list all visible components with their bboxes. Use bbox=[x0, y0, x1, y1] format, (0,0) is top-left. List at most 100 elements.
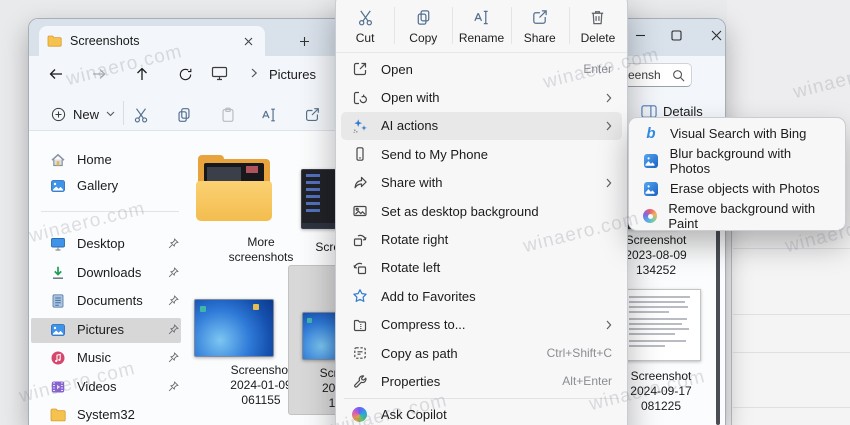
paint-icon bbox=[642, 207, 658, 225]
share-button[interactable]: Share bbox=[510, 1, 569, 52]
open-with-icon bbox=[351, 89, 368, 106]
new-button[interactable]: New bbox=[41, 100, 125, 128]
minimize-button[interactable] bbox=[627, 25, 653, 45]
pin-icon bbox=[168, 352, 179, 363]
downloads-icon bbox=[49, 264, 67, 282]
breadcrumb-pictures[interactable]: Pictures bbox=[269, 67, 316, 82]
background-row-divider bbox=[733, 248, 850, 249]
pictures-icon bbox=[49, 321, 67, 339]
sidebar-item-label: Downloads bbox=[77, 265, 142, 280]
rename-button[interactable]: Rename bbox=[452, 1, 510, 52]
sidebar-item-documents[interactable]: Documents bbox=[37, 288, 187, 313]
wallpaper-icon bbox=[351, 203, 368, 220]
submenu-chevron-icon bbox=[606, 178, 612, 188]
sidebar-item-downloads[interactable]: Downloads bbox=[37, 260, 187, 285]
context-menu-items: Open Enter Open with AI actions Send to … bbox=[336, 53, 627, 425]
pin-icon bbox=[168, 238, 179, 249]
background-row-divider bbox=[733, 314, 850, 315]
folder-icon bbox=[49, 406, 67, 424]
copilot-icon bbox=[351, 406, 368, 423]
menu-item-rotate-left[interactable]: Rotate left bbox=[341, 254, 622, 282]
desktop-icon bbox=[49, 235, 67, 253]
rotate-right-icon bbox=[351, 231, 368, 248]
new-button-label: New bbox=[73, 106, 100, 122]
sidebar-item-videos[interactable]: Videos bbox=[37, 374, 187, 399]
copy-button[interactable]: Copy bbox=[394, 1, 452, 52]
ai-actions-submenu: b Visual Search with Bing Blur backgroun… bbox=[628, 117, 846, 231]
sidebar-item-label: System32 bbox=[77, 407, 135, 422]
menu-item-add-to-favorites[interactable]: Add to Favorites bbox=[341, 282, 622, 310]
maximize-button[interactable] bbox=[663, 25, 689, 45]
tab-title: Screenshots bbox=[70, 34, 140, 48]
search-icon bbox=[672, 69, 685, 82]
sidebar-item-music[interactable]: Music bbox=[37, 345, 187, 370]
gallery-icon bbox=[49, 177, 67, 195]
sidebar-item-pictures[interactable]: Pictures bbox=[37, 317, 187, 342]
open-icon bbox=[351, 61, 368, 78]
submenu-item-erase-objects-photos[interactable]: Erase objects with Photos bbox=[634, 175, 840, 203]
up-icon[interactable] bbox=[129, 61, 155, 87]
submenu-item-visual-search-bing[interactable]: b Visual Search with Bing bbox=[634, 120, 840, 148]
menu-item-open[interactable]: Open Enter bbox=[341, 55, 622, 83]
pin-icon bbox=[168, 381, 179, 392]
menu-item-share-with[interactable]: Share with bbox=[341, 169, 622, 197]
sidebar-item-desktop[interactable]: Desktop bbox=[37, 231, 187, 256]
pin-icon bbox=[168, 295, 179, 306]
menu-item-send-to-my-phone[interactable]: Send to My Phone bbox=[341, 140, 622, 168]
toolbar-rename-icon[interactable] bbox=[256, 102, 282, 128]
photos-icon bbox=[642, 152, 660, 170]
phone-icon bbox=[351, 146, 368, 163]
refresh-icon[interactable] bbox=[172, 61, 198, 87]
new-tab-button[interactable] bbox=[293, 30, 315, 52]
close-button[interactable] bbox=[703, 25, 729, 45]
toolbar-paste-icon[interactable] bbox=[215, 102, 241, 128]
rename-icon bbox=[474, 10, 488, 25]
share-with-icon bbox=[351, 174, 368, 191]
menu-item-rotate-right[interactable]: Rotate right bbox=[341, 225, 622, 253]
sidebar-item-gallery[interactable]: Gallery bbox=[37, 173, 187, 198]
tab-close-icon[interactable] bbox=[239, 32, 257, 50]
tab-screenshots[interactable]: Screenshots bbox=[39, 26, 265, 56]
file-more-screenshots[interactable] bbox=[196, 155, 274, 227]
menu-item-ask-copilot[interactable]: Ask Copilot bbox=[341, 401, 622, 425]
menu-item-compress-to[interactable]: Compress to... bbox=[341, 311, 622, 339]
sidebar-item-label: Desktop bbox=[77, 236, 125, 251]
copy-icon bbox=[417, 10, 430, 25]
cut-button[interactable]: Cut bbox=[336, 1, 394, 52]
copy-as-path-icon bbox=[351, 345, 368, 362]
toolbar-cut-icon[interactable] bbox=[128, 102, 154, 128]
background-window-panel bbox=[731, 228, 850, 425]
file-thumbnail-document[interactable] bbox=[623, 289, 701, 361]
menu-item-copy-as-path[interactable]: Copy as path Ctrl+Shift+C bbox=[341, 339, 622, 367]
forward-icon[interactable] bbox=[86, 61, 112, 87]
share-icon bbox=[533, 10, 547, 24]
sidebar-item-label: Music bbox=[77, 350, 111, 365]
sidebar-item-home[interactable]: Home bbox=[37, 147, 187, 172]
this-pc-icon[interactable] bbox=[211, 66, 228, 81]
submenu-item-blur-background-photos[interactable]: Blur background with Photos bbox=[634, 146, 840, 176]
menu-item-set-as-desktop-background[interactable]: Set as desktop background bbox=[341, 197, 622, 225]
menu-item-ai-actions[interactable]: AI actions bbox=[341, 111, 622, 141]
submenu-chevron-icon bbox=[606, 121, 612, 131]
sidebar-item-label: Home bbox=[77, 152, 112, 167]
music-icon bbox=[49, 349, 67, 367]
delete-button[interactable]: Delete bbox=[568, 1, 627, 52]
background-row-divider bbox=[733, 407, 850, 408]
menu-item-properties[interactable]: Properties Alt+Enter bbox=[341, 367, 622, 395]
documents-icon bbox=[49, 292, 67, 310]
menu-item-open-with[interactable]: Open with bbox=[341, 83, 622, 111]
toolbar-share-icon[interactable] bbox=[299, 102, 325, 128]
ai-sparkle-icon bbox=[351, 117, 368, 134]
screenshot-stage: Screenshots Pictures Screensh New Detail… bbox=[0, 0, 850, 425]
toolbar-divider bbox=[123, 101, 124, 125]
vertical-scrollbar[interactable] bbox=[716, 230, 720, 425]
back-icon[interactable] bbox=[43, 61, 69, 87]
toolbar-copy-icon[interactable] bbox=[171, 102, 197, 128]
submenu-item-remove-background-paint[interactable]: Remove background with Paint bbox=[634, 201, 840, 231]
sidebar-divider bbox=[41, 211, 179, 212]
sidebar-item-system32[interactable]: System32 bbox=[37, 402, 187, 425]
sidebar-item-label: Pictures bbox=[77, 322, 124, 337]
submenu-chevron-icon bbox=[606, 320, 612, 330]
file-thumbnail-bloom[interactable] bbox=[194, 299, 274, 357]
context-menu: Cut Copy Rename Share Delete Open Enter … bbox=[335, 0, 628, 425]
